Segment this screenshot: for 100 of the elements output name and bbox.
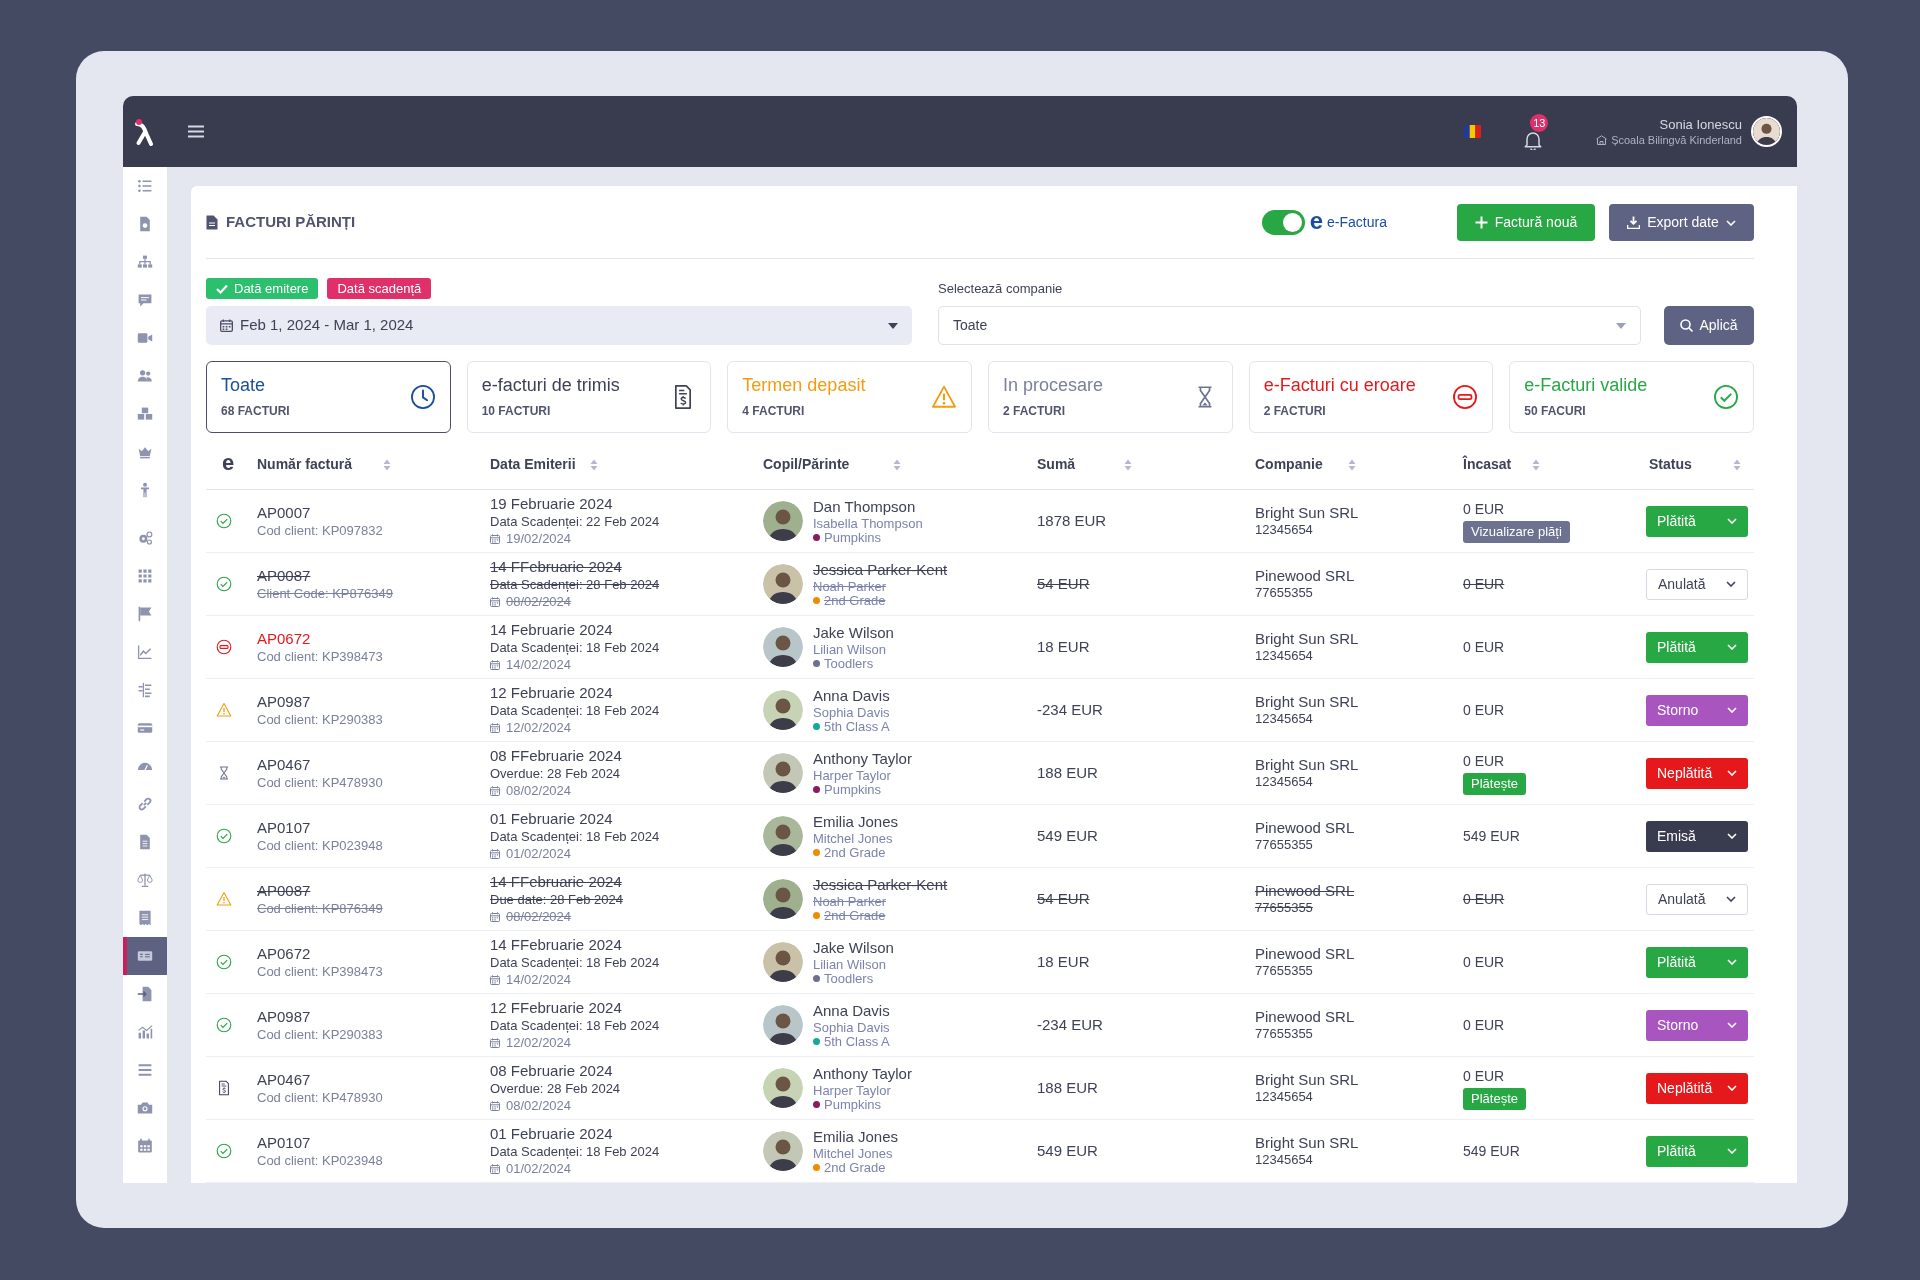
card-title: Termen depasit <box>742 374 867 396</box>
summary-card[interactable]: e-Facturi valide 50 FACURI <box>1509 361 1754 433</box>
status-dropdown[interactable]: Anulată <box>1646 883 1748 915</box>
due-date: Overdue: 28 Feb 2024 <box>490 765 622 782</box>
status-dropdown[interactable]: Plătită <box>1646 505 1748 537</box>
status-dropdown[interactable]: Neplătită <box>1646 757 1748 789</box>
card-count: 10 FACTURI <box>481 403 552 420</box>
parent-name: Jessica Parker-Kent <box>813 560 948 579</box>
summary-card[interactable]: Toate 68 FACTURI <box>206 361 451 433</box>
summary-card[interactable]: In procesare 2 FACTURI <box>988 361 1233 433</box>
check-circle-icon <box>216 576 232 592</box>
child-name: Noah Parker <box>813 893 887 909</box>
status-dropdown[interactable]: Plătită <box>1646 946 1748 978</box>
card-title: e-facturi de trimis <box>481 374 621 396</box>
check-circle-icon <box>216 828 232 844</box>
pay-button[interactable]: Plătește <box>1463 1087 1526 1110</box>
collected-amount: 0 EUR <box>1463 890 1506 908</box>
issued-date: 08/02/2024 <box>506 593 572 610</box>
due-date: Data Scadenței: 18 Feb 2024 <box>490 828 661 845</box>
flag-icon[interactable] <box>1464 125 1482 138</box>
calendar-icon <box>490 722 500 733</box>
company-code: 12345654 <box>1255 648 1314 664</box>
efactura-toggle[interactable] <box>1261 210 1305 235</box>
date-range-field[interactable]: Feb 1, 2024 - Mar 1, 2024 <box>206 306 912 345</box>
avatar <box>1753 118 1780 145</box>
download-icon <box>1627 216 1641 229</box>
due-date: Data Scadenței: 18 Feb 2024 <box>490 954 661 971</box>
date-type-tab[interactable]: Dată scadență <box>327 278 432 299</box>
summary-card[interactable]: e-Facturi cu eroare 2 FACTURI <box>1248 361 1494 433</box>
calendar-icon <box>490 974 500 985</box>
issued-date: 14/02/2024 <box>506 971 572 988</box>
issued-date: 08/02/2024 <box>506 782 572 799</box>
sort-icon[interactable] <box>383 458 391 471</box>
due-date: Data Scadenței: 18 Feb 2024 <box>490 1143 661 1160</box>
line-chart-icon <box>137 644 153 660</box>
issue-date: 08 FFebruarie 2024 <box>490 747 623 765</box>
parent-name: Jessica Parker-Kent <box>813 875 948 894</box>
group-name: Toodlers <box>824 656 874 671</box>
company-select[interactable]: Toate <box>938 306 1641 345</box>
company-code: 77655355 <box>1255 585 1314 601</box>
sidebar-item[interactable] <box>123 937 167 975</box>
sort-icon[interactable] <box>893 458 901 471</box>
child-name: Lilian Wilson <box>813 641 887 657</box>
card-count: 2 FACTURI <box>1263 403 1327 420</box>
chevron-down-icon <box>1727 959 1737 965</box>
card-count: 68 FACTURI <box>221 403 291 420</box>
group-name: Toodlers <box>824 971 874 986</box>
due-date: Data Scadenței: 18 Feb 2024 <box>490 1017 661 1034</box>
column-header: Companie <box>1255 455 1323 474</box>
summary-card[interactable]: Termen depasit 4 FACTURI <box>727 361 972 433</box>
child-name: Sophia Davis <box>813 704 890 720</box>
column-header: Data Emiterii <box>490 455 576 474</box>
sort-icon[interactable] <box>1733 458 1741 471</box>
invoice-number: AP0987 <box>257 1007 312 1026</box>
client-code: Cod client: KP398473 <box>257 648 384 665</box>
chevron-down-icon <box>1727 707 1737 713</box>
apply-button[interactable]: Aplică <box>1664 306 1754 345</box>
sort-icon[interactable] <box>1532 458 1540 471</box>
avatar <box>763 627 803 667</box>
avatar <box>763 879 803 919</box>
avatar <box>763 753 803 793</box>
pay-button[interactable]: Plătește <box>1463 772 1526 795</box>
export-button[interactable]: Export date <box>1609 204 1754 241</box>
amount: -234 EUR <box>1037 1016 1103 1033</box>
date-type-tab[interactable]: Dată emitere <box>206 278 319 299</box>
status-dropdown[interactable]: Emisă <box>1646 820 1748 852</box>
school-icon <box>1596 134 1608 145</box>
chevron-down-icon <box>1726 581 1736 587</box>
avatar <box>763 564 803 604</box>
parent-name: Dan Thompson <box>813 497 917 516</box>
client-code: Cod client: KP290383 <box>257 1026 384 1043</box>
status-dropdown[interactable]: Neplătită <box>1646 1072 1748 1104</box>
invoice-number: AP0467 <box>257 1070 312 1089</box>
status-dropdown[interactable]: Plătită <box>1646 631 1748 663</box>
camera-icon <box>137 1100 153 1116</box>
issued-date: 01/02/2024 <box>506 1160 572 1177</box>
avatar <box>763 816 803 856</box>
child-name: Mitchel Jones <box>813 830 894 846</box>
collected-amount: 0 EUR <box>1463 751 1506 770</box>
calendar-icon <box>490 596 500 607</box>
due-date: Data Scadenței: 18 Feb 2024 <box>490 702 661 719</box>
invoice-number: AP0987 <box>257 692 312 711</box>
status-dropdown[interactable]: Storno <box>1646 694 1748 726</box>
parent-name: Emilia Jones <box>813 812 899 831</box>
view-payments-button[interactable]: Vizualizare plăți <box>1463 520 1570 543</box>
avatar <box>763 942 803 982</box>
card-count: 4 FACTURI <box>742 403 806 420</box>
status-dropdown[interactable]: Storno <box>1646 1009 1748 1041</box>
gears-icon <box>137 530 153 546</box>
warning-icon <box>216 702 232 718</box>
check-circle-icon <box>216 1017 232 1033</box>
no-entry-icon <box>216 639 232 655</box>
sort-icon[interactable] <box>1348 458 1356 471</box>
status-dropdown[interactable]: Plătită <box>1646 1135 1748 1167</box>
summary-card[interactable]: e-facturi de trimis 10 FACTURI <box>466 361 712 433</box>
new-invoice-button[interactable]: Factură nouă <box>1457 204 1595 241</box>
sort-icon[interactable] <box>590 458 598 471</box>
status-dropdown[interactable]: Anulată <box>1646 568 1748 600</box>
notifications-button[interactable]: 13 <box>1518 113 1549 150</box>
sort-icon[interactable] <box>1124 458 1132 471</box>
